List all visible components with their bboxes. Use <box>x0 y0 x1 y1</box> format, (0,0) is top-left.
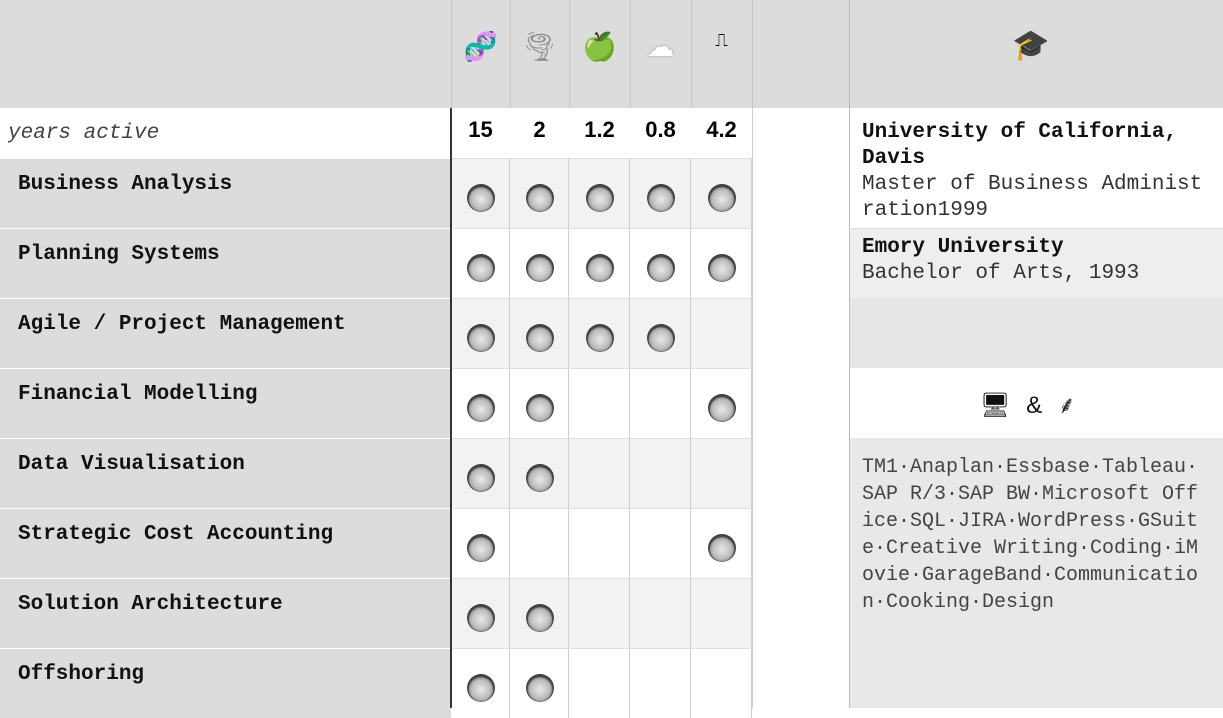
cloud-icon: ☁ <box>646 30 675 63</box>
years-value: 4.2 <box>706 117 737 142</box>
skill-marker <box>525 604 554 632</box>
column-divider <box>569 0 570 108</box>
skill-marker <box>525 184 554 212</box>
skill-row-label: Agile / Project Management <box>0 298 451 368</box>
skill-marker <box>466 324 495 352</box>
education-header: 🎓 <box>849 0 1223 108</box>
skill-marker <box>525 464 554 492</box>
skill-marker <box>585 184 614 212</box>
grid-cell <box>569 508 630 578</box>
skill-row-label: Business Analysis <box>0 158 451 228</box>
skill-row-label: Solution Architecture <box>0 578 451 648</box>
skill-marker <box>646 184 675 212</box>
education-2: Emory University Bachelor of Arts, 1993 <box>849 228 1223 298</box>
grid-cell <box>630 368 691 438</box>
skill-marker <box>707 394 736 422</box>
skill-marker <box>466 534 495 562</box>
grid-cell <box>630 578 691 648</box>
years-label: years active <box>8 122 160 145</box>
skill-row-label: Data Visualisation <box>0 438 451 508</box>
grid-cell <box>630 438 691 508</box>
column-divider <box>630 0 631 108</box>
skill-marker <box>525 674 554 702</box>
computer-icon: 🖥 <box>980 391 1011 419</box>
years-value: 1.2 <box>584 117 615 142</box>
skill-marker <box>585 324 614 352</box>
skill-row-label: Financial Modelling <box>0 368 451 438</box>
empty-cell <box>849 298 1223 368</box>
degree-text: Bachelor of Arts, 1993 <box>862 262 1140 285</box>
tools-list: TM1·Anaplan·Essbase·Tableau·SAP R/3·SAP … <box>862 456 1199 614</box>
years-label-cell: years active <box>0 108 451 158</box>
skill-row-label: Strategic Cost Accounting <box>0 508 451 578</box>
tools-box: TM1·Anaplan·Essbase·Tableau·SAP R/3·SAP … <box>849 438 1223 708</box>
tools-heading: 🖥 & ⸙ <box>849 368 1223 438</box>
ampersand: & <box>1026 392 1043 419</box>
skill-marker <box>466 184 495 212</box>
skill-row-label: Planning Systems <box>0 228 451 298</box>
degree-text: Master of Business Administration1999 <box>862 173 1203 222</box>
grid-cell <box>630 508 691 578</box>
grid-cell <box>691 298 752 368</box>
document-icon: ⸙ <box>1057 391 1076 419</box>
grid-cell <box>691 438 752 508</box>
signal-icon: ⎍ <box>715 30 728 51</box>
skill-marker <box>525 254 554 282</box>
column-divider <box>752 0 753 108</box>
skill-marker <box>646 324 675 352</box>
skill-marker <box>466 464 495 492</box>
column-divider <box>691 0 692 108</box>
years-value: 2 <box>533 117 546 142</box>
apple-icon: 🍏 <box>582 30 617 63</box>
skill-marker <box>466 674 495 702</box>
separator <box>450 108 452 708</box>
school-name: University of California, Davis <box>862 121 1178 170</box>
skill-marker <box>646 254 675 282</box>
graduation-cap-icon: 🎓 <box>1012 28 1050 63</box>
skill-marker <box>466 254 495 282</box>
skill-marker <box>466 394 495 422</box>
column-divider <box>451 0 452 108</box>
skill-marker <box>707 534 736 562</box>
education-1: University of California, Davis Master o… <box>849 108 1223 228</box>
spacer-column <box>752 108 849 708</box>
skill-marker <box>525 324 554 352</box>
column-divider <box>510 0 511 108</box>
tornado-icon: 🌪 <box>521 30 558 63</box>
grid-cell <box>691 578 752 648</box>
grid-cell <box>569 578 630 648</box>
skill-marker <box>707 254 736 282</box>
skill-marker <box>707 184 736 212</box>
skill-marker <box>585 254 614 282</box>
skill-marker <box>525 394 554 422</box>
years-value: 15 <box>468 117 493 142</box>
grid-cell <box>569 438 630 508</box>
grid-cell <box>569 368 630 438</box>
grid-cell <box>510 508 569 578</box>
years-value: 0.8 <box>645 117 676 142</box>
dna-icon: 🧬 <box>463 30 498 63</box>
school-name: Emory University <box>862 236 1064 259</box>
skill-marker <box>466 604 495 632</box>
